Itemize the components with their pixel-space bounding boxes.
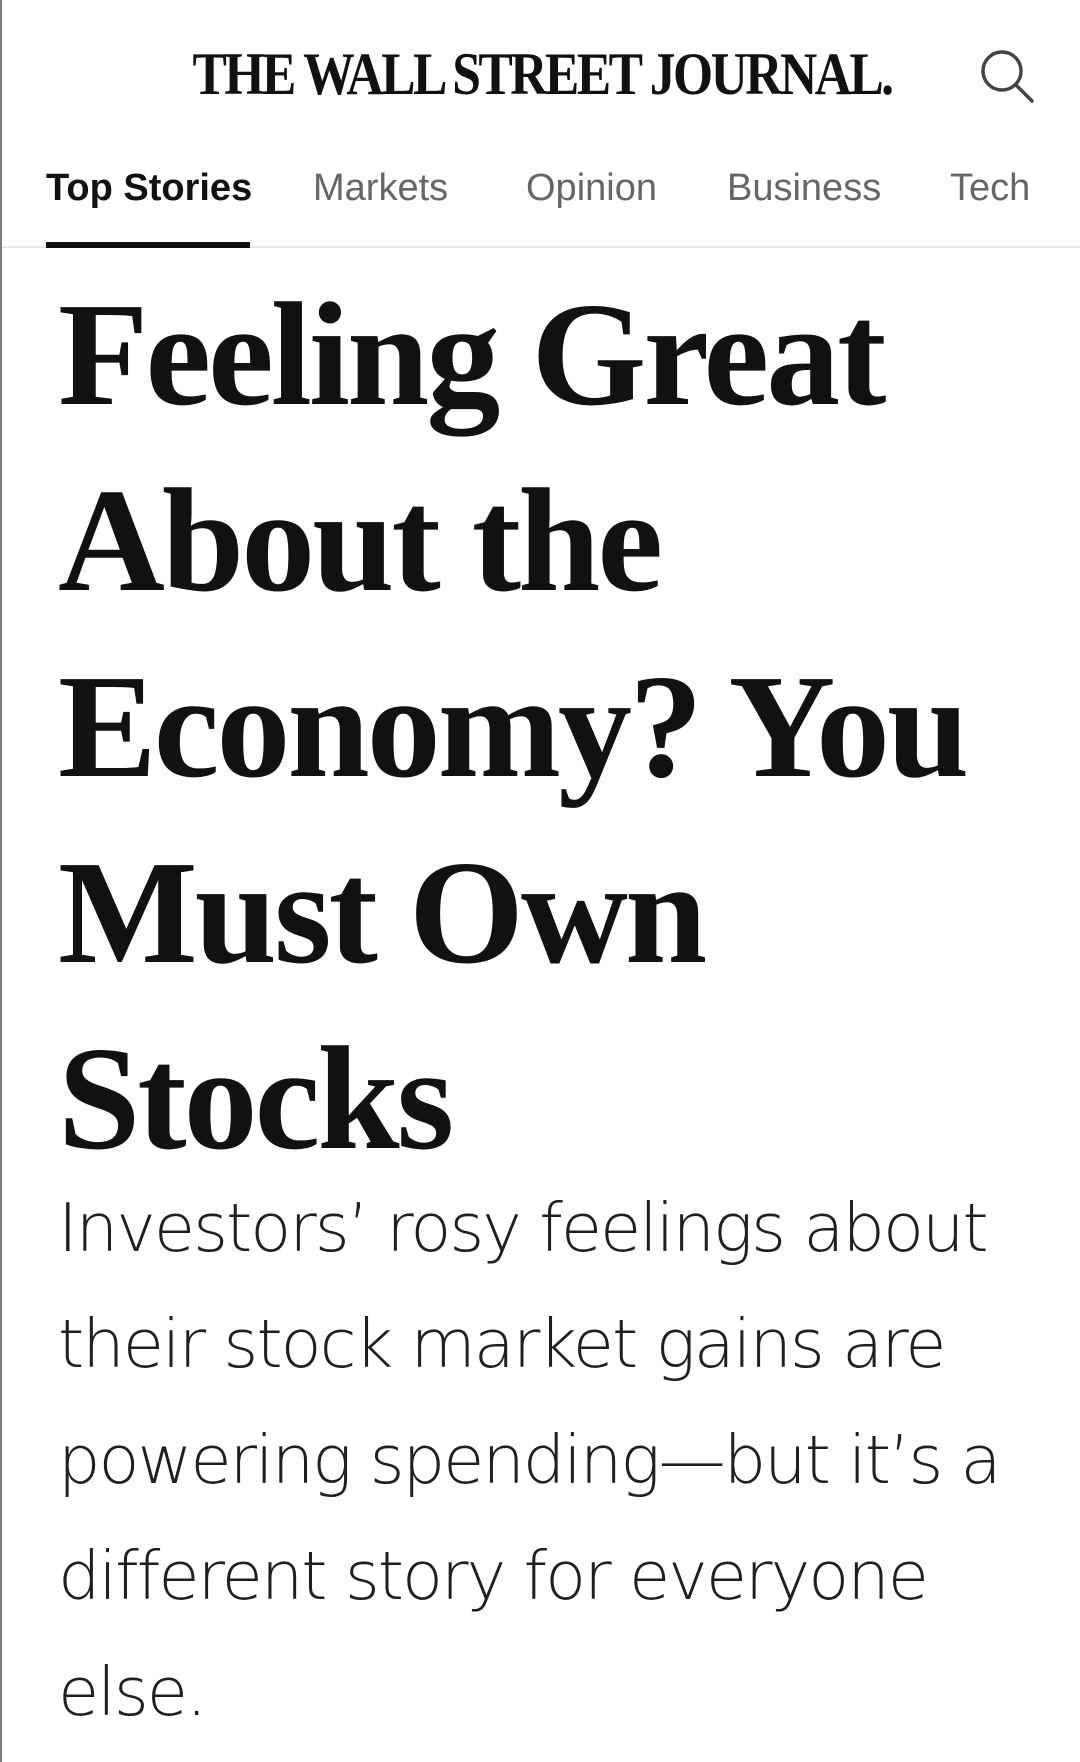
article-summary: Investors’ rosy feelings about their sto… (58, 1189, 1002, 1731)
tab-tech[interactable]: Tech (950, 163, 1030, 213)
section-tabs: Top Stories Markets Opinion Business Tec… (2, 158, 1080, 248)
active-tab-indicator (46, 242, 250, 248)
masthead: THE WALL STREET JOURNAL. (2, 36, 1080, 116)
tab-opinion[interactable]: Opinion (526, 163, 657, 213)
tab-markets[interactable]: Markets (313, 163, 448, 213)
tab-top-stories[interactable]: Top Stories (46, 163, 252, 213)
article-headline[interactable]: Feeling Great About the Economy? You Mus… (58, 262, 1058, 1192)
publication-logo[interactable]: THE WALL STREET JOURNAL. (78, 44, 1007, 104)
search-icon[interactable] (977, 46, 1037, 106)
tab-business[interactable]: Business (727, 163, 881, 213)
